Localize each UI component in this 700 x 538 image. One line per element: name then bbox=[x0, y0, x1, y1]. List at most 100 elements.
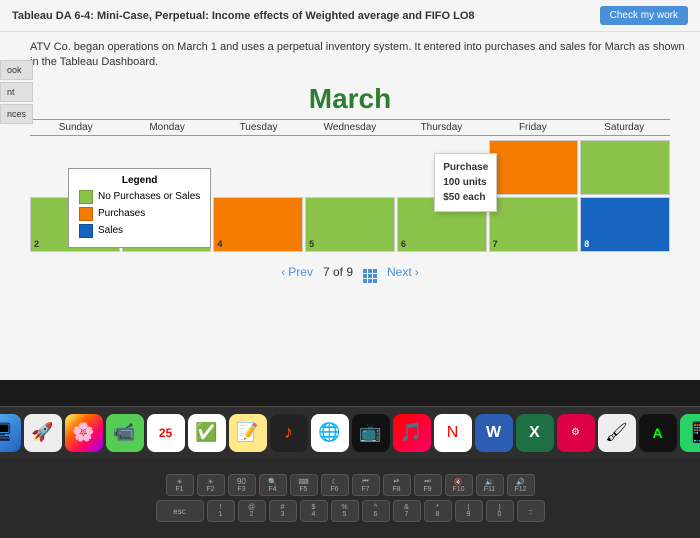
cell-num-4: 4 bbox=[217, 239, 222, 249]
legend-item-purchases: Purchases bbox=[79, 207, 200, 221]
calendar-title: March bbox=[0, 77, 700, 119]
dock-word[interactable]: W bbox=[475, 414, 513, 452]
legend-label-no-purchases: No Purchases or Sales bbox=[98, 191, 200, 202]
key-f1[interactable]: ☀F1 bbox=[166, 474, 194, 496]
sidebar-tab-nces[interactable]: nces bbox=[0, 104, 33, 124]
content-wrapper: ATV Co. began operations on March 1 and … bbox=[0, 32, 700, 291]
dock-app1[interactable]: ⚙ bbox=[557, 414, 595, 452]
legend-label-sales: Sales bbox=[98, 225, 123, 236]
key-f12[interactable]: 🔊F12 bbox=[507, 474, 535, 496]
legend-item-no-purchases: No Purchases or Sales bbox=[79, 190, 200, 204]
top-bar: Tableau DA 6-4: Mini-Case, Perpetual: In… bbox=[0, 0, 700, 32]
prev-label: Prev bbox=[288, 265, 313, 279]
next-arrow-icon: › bbox=[415, 265, 419, 279]
day-tue: Tuesday bbox=[213, 119, 304, 136]
cell-num-5: 5 bbox=[309, 239, 314, 249]
key-f2[interactable]: ☀F2 bbox=[197, 474, 225, 496]
next-button[interactable]: Next › bbox=[387, 265, 419, 279]
grid-layout-icon[interactable] bbox=[363, 262, 377, 283]
cell-green-fri-7[interactable]: 7 bbox=[489, 197, 579, 252]
key-esc[interactable]: esc bbox=[156, 500, 204, 522]
calendar-container: Sunday Monday Tuesday Wednesday Thursday… bbox=[0, 119, 700, 252]
legend-color-blue bbox=[79, 224, 93, 238]
pagination: ‹ Prev 7 of 9 Next › bbox=[0, 254, 700, 291]
sidebar-tab-nt[interactable]: nt bbox=[0, 82, 33, 102]
key-4[interactable]: $4 bbox=[300, 500, 328, 522]
dock-appletv[interactable]: 📺 bbox=[352, 414, 390, 452]
key-9[interactable]: (9 bbox=[455, 500, 483, 522]
calendar-tooltip: Purchase 100 units $50 each bbox=[434, 153, 497, 212]
prev-button[interactable]: ‹ Prev bbox=[281, 265, 313, 279]
key-f3[interactable]: 90F3 bbox=[228, 474, 256, 496]
main-content: Tableau DA 6-4: Mini-Case, Perpetual: In… bbox=[0, 0, 700, 380]
key-f7[interactable]: ⏮F7 bbox=[352, 474, 380, 496]
legend-box: Legend No Purchases or Sales Purchases S… bbox=[68, 168, 211, 248]
key-8[interactable]: *8 bbox=[424, 500, 452, 522]
tooltip-line1: Purchase bbox=[443, 160, 488, 175]
key-f4[interactable]: 🔍F4 bbox=[259, 474, 287, 496]
tooltip-line2: 100 units bbox=[443, 175, 488, 190]
key-f6[interactable]: ☾F6 bbox=[321, 474, 349, 496]
cell-green-sat-1[interactable] bbox=[580, 140, 670, 195]
keyboard-row-symbols: esc !1 @2 #3 $4 %5 ^6 &7 *8 (9 )0 _- bbox=[156, 500, 545, 522]
cell-num-7: 7 bbox=[493, 239, 498, 249]
legend-title: Legend bbox=[79, 175, 200, 186]
dock-photos[interactable]: 🌸 bbox=[65, 414, 103, 452]
key-3[interactable]: #3 bbox=[269, 500, 297, 522]
key-minus[interactable]: _- bbox=[517, 500, 545, 522]
dock-reminders[interactable]: ✅ bbox=[188, 414, 226, 452]
dock-ai[interactable]: A bbox=[639, 414, 677, 452]
key-5[interactable]: %5 bbox=[331, 500, 359, 522]
key-2[interactable]: @2 bbox=[238, 500, 266, 522]
dock-music2[interactable]: 🎵 bbox=[393, 414, 431, 452]
day-fri: Friday bbox=[487, 119, 578, 136]
cell-orange-tue-4[interactable]: 4 bbox=[213, 197, 303, 252]
cell-blue-sat-8[interactable]: 8 bbox=[580, 197, 670, 252]
left-sidebar-tabs: ook nt nces bbox=[0, 60, 33, 124]
page-title: Tableau DA 6-4: Mini-Case, Perpetual: In… bbox=[12, 10, 600, 22]
day-mon: Monday bbox=[121, 119, 212, 136]
macos-dock: 🖥 🚀 🌸 📹 25 ✅ 📝 ♪ 🌐 📺 🎵 N W X ⚙ 🖌 A 📱 bbox=[0, 406, 700, 458]
dock-news[interactable]: N bbox=[434, 414, 472, 452]
dock-excel[interactable]: X bbox=[516, 414, 554, 452]
page-info: 7 of 9 bbox=[323, 265, 353, 279]
cell-empty-3 bbox=[213, 140, 303, 195]
cell-orange-fri-1[interactable]: Purchase 100 units $50 each bbox=[489, 140, 579, 195]
key-f9[interactable]: ⏭F9 bbox=[414, 474, 442, 496]
tooltip-line3: $50 each bbox=[443, 190, 488, 205]
key-f11[interactable]: 🔉F11 bbox=[476, 474, 504, 496]
dock-finder[interactable]: 🖥 bbox=[0, 414, 21, 452]
check-work-button[interactable]: Check my work bbox=[600, 6, 688, 25]
key-1[interactable]: !1 bbox=[207, 500, 235, 522]
cell-empty-4 bbox=[305, 140, 395, 195]
key-7[interactable]: &7 bbox=[393, 500, 421, 522]
key-f10[interactable]: 🔇F10 bbox=[445, 474, 473, 496]
calendar-grid: Purchase 100 units $50 each 2 3 bbox=[30, 140, 670, 252]
day-sat: Saturday bbox=[579, 119, 670, 136]
keyboard-row-fn: ☀F1 ☀F2 90F3 🔍F4 ⌨F5 ☾F6 ⏮F7 ⏯F8 ⏭F9 🔇F1… bbox=[166, 474, 535, 496]
key-f8[interactable]: ⏯F8 bbox=[383, 474, 411, 496]
key-6[interactable]: ^6 bbox=[362, 500, 390, 522]
day-headers: Sunday Monday Tuesday Wednesday Thursday… bbox=[30, 119, 670, 136]
cell-num-8: 8 bbox=[584, 239, 589, 249]
dock-chrome[interactable]: 🌐 bbox=[311, 414, 349, 452]
next-label: Next bbox=[387, 265, 412, 279]
dock-calendar[interactable]: 25 bbox=[147, 414, 185, 452]
cell-green-wed-5[interactable]: 5 bbox=[305, 197, 395, 252]
dock-facetime[interactable]: 📹 bbox=[106, 414, 144, 452]
sidebar-tab-ook[interactable]: ook bbox=[0, 60, 33, 80]
legend-item-sales: Sales bbox=[79, 224, 200, 238]
day-wed: Wednesday bbox=[304, 119, 395, 136]
description-text: ATV Co. began operations on March 1 and … bbox=[0, 32, 700, 77]
dock-launchpad[interactable]: 🚀 bbox=[24, 414, 62, 452]
cell-num-6: 6 bbox=[401, 239, 406, 249]
day-sun: Sunday bbox=[30, 119, 121, 136]
key-f5[interactable]: ⌨F5 bbox=[290, 474, 318, 496]
key-0[interactable]: )0 bbox=[486, 500, 514, 522]
legend-color-orange bbox=[79, 207, 93, 221]
dock-notes[interactable]: 📝 bbox=[229, 414, 267, 452]
dock-music[interactable]: ♪ bbox=[270, 414, 308, 452]
keyboard: ☀F1 ☀F2 90F3 🔍F4 ⌨F5 ☾F6 ⏮F7 ⏯F8 ⏭F9 🔇F1… bbox=[0, 458, 700, 538]
dock-brush[interactable]: 🖌 bbox=[598, 414, 636, 452]
dock-whatsapp[interactable]: 📱 bbox=[680, 414, 700, 452]
